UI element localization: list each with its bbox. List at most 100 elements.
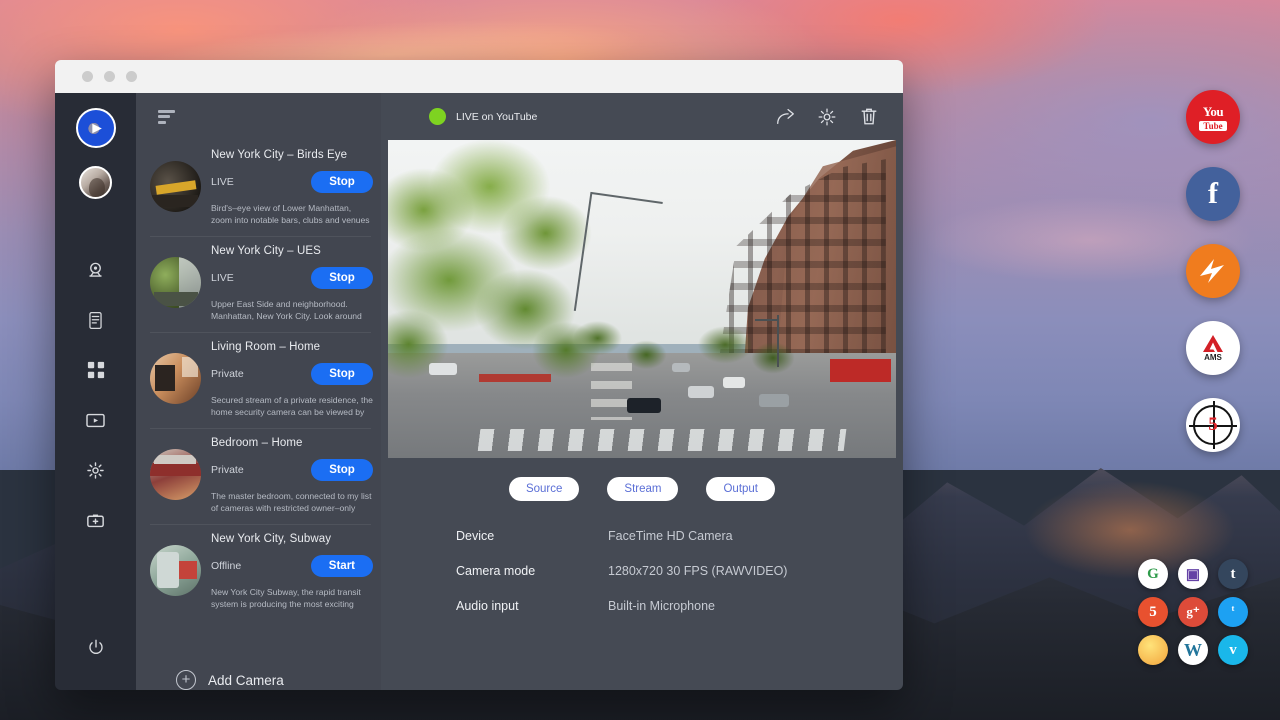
five-dock-icon[interactable]: 5 xyxy=(1138,597,1168,627)
camera-thumbnail xyxy=(150,545,201,596)
camera-action-button[interactable]: Stop xyxy=(311,459,373,481)
youtube-dock-icon[interactable]: You Tube xyxy=(1186,90,1240,144)
app-logo-icon[interactable] xyxy=(76,108,116,148)
camera-thumbnail xyxy=(150,161,201,212)
camera-status: Private xyxy=(211,464,244,476)
add-camera-label: Add Camera xyxy=(208,673,284,688)
settings-tabs: Source Stream Output xyxy=(381,458,903,501)
video-preview-container xyxy=(381,140,903,458)
sun-dock-icon[interactable] xyxy=(1138,635,1168,665)
trash-icon[interactable] xyxy=(853,101,885,133)
video-trees-mid xyxy=(561,305,683,388)
video-crosswalk xyxy=(478,429,846,451)
main-content: LIVE on YouTube xyxy=(381,93,903,690)
video-car xyxy=(672,363,690,372)
tab-stream[interactable]: Stream xyxy=(607,477,678,501)
camera-action-button[interactable]: Stop xyxy=(311,267,373,289)
twitter-dock-icon[interactable]: ᵗ xyxy=(1218,597,1248,627)
icon-sidebar xyxy=(55,93,136,690)
adobe-ams-dock-icon[interactable]: AMS xyxy=(1186,321,1240,375)
video-preview[interactable] xyxy=(388,140,896,458)
camera-action-button[interactable]: Stop xyxy=(311,171,373,193)
share-arrow-icon[interactable] xyxy=(769,101,801,133)
user-avatar[interactable] xyxy=(79,166,112,199)
wowza-dock-icon[interactable] xyxy=(1186,244,1240,298)
list-item[interactable]: Living Room – Home Private Stop Secured … xyxy=(136,332,381,428)
video-traffic-signal xyxy=(777,315,779,367)
gmail-dock-icon[interactable]: G xyxy=(1138,559,1168,589)
camera-info: Bedroom – Home Private Stop The master b… xyxy=(211,437,373,515)
tab-output[interactable]: Output xyxy=(706,477,775,501)
camera-info: New York City – Birds Eye LIVE Stop Bird… xyxy=(211,149,373,227)
camera-description: Secured stream of a private residence, t… xyxy=(211,394,373,419)
camera-description: The master bedroom, connected to my list… xyxy=(211,490,373,515)
youtube-line1: You xyxy=(1203,104,1223,120)
app-body: New York City – Birds Eye LIVE Stop Bird… xyxy=(55,93,903,690)
tumblr-dock-icon[interactable]: t xyxy=(1218,559,1248,589)
webcam-icon[interactable] xyxy=(73,245,119,295)
lightning-icon xyxy=(1196,256,1230,286)
main-toolbar: LIVE on YouTube xyxy=(381,93,903,140)
tab-source[interactable]: Source xyxy=(509,477,579,501)
detail-label: Audio input xyxy=(456,599,608,613)
adobe-a-icon xyxy=(1202,334,1224,353)
detail-label: Device xyxy=(456,529,608,543)
camera-thumbnail xyxy=(150,353,201,404)
camera-action-button[interactable]: Stop xyxy=(311,363,373,385)
camera-action-button[interactable]: Start xyxy=(311,555,373,577)
camera-status-row: Private Stop xyxy=(211,363,373,385)
sort-icon[interactable] xyxy=(158,110,175,124)
camera-title: Living Room – Home xyxy=(211,341,373,353)
camera-status-row: LIVE Stop xyxy=(211,171,373,193)
camera-description: Upper East Side and neighborhood. Manhat… xyxy=(211,298,373,323)
live-status-label: LIVE on YouTube xyxy=(456,111,537,123)
list-item[interactable]: New York City, Subway Offline Start New … xyxy=(136,524,381,620)
gear-icon[interactable] xyxy=(811,101,843,133)
detail-value: Built-in Microphone xyxy=(608,599,715,613)
list-item[interactable]: New York City – Birds Eye LIVE Stop Bird… xyxy=(136,140,381,236)
five-glyph: 5 xyxy=(1208,414,1218,436)
close-button[interactable] xyxy=(82,71,93,82)
twitch-dock-icon[interactable]: ▣ xyxy=(1178,559,1208,589)
youtube-line2: Tube xyxy=(1199,121,1226,131)
google-plus-dock-icon[interactable]: g⁺ xyxy=(1178,597,1208,627)
maximize-button[interactable] xyxy=(126,71,137,82)
desktop-dock-secondary: G ▣ t 5 g⁺ ᵗ W v xyxy=(1138,559,1250,665)
video-car xyxy=(627,398,661,413)
camera-status-row: Private Stop xyxy=(211,459,373,481)
grid-icon[interactable] xyxy=(73,345,119,395)
facebook-dock-icon[interactable]: f xyxy=(1186,167,1240,221)
vimeo-dock-icon[interactable]: v xyxy=(1218,635,1248,665)
tablet-device-icon[interactable] xyxy=(73,295,119,345)
detail-row: Audio input Built-in Microphone xyxy=(456,599,903,613)
ams-label: AMS xyxy=(1204,353,1222,362)
add-camera-button[interactable]: + Add Camera xyxy=(136,646,381,690)
power-icon[interactable] xyxy=(73,622,119,672)
gear-icon[interactable] xyxy=(73,445,119,495)
camera-status-row: LIVE Stop xyxy=(211,267,373,289)
window-titlebar xyxy=(55,60,903,93)
detail-label: Camera mode xyxy=(456,564,608,578)
list-item[interactable]: Bedroom – Home Private Stop The master b… xyxy=(136,428,381,524)
camera-info: Living Room – Home Private Stop Secured … xyxy=(211,341,373,419)
channel-five-dock-icon[interactable]: 5 xyxy=(1186,398,1240,452)
camera-title: Bedroom – Home xyxy=(211,437,373,449)
detail-row: Camera mode 1280x720 30 FPS (RAWVIDEO) xyxy=(456,564,903,578)
video-red-awning-left xyxy=(479,374,550,382)
camera-info: New York City – UES LIVE Stop Upper East… xyxy=(211,245,373,323)
camera-info: New York City, Subway Offline Start New … xyxy=(211,533,373,611)
add-box-icon[interactable] xyxy=(73,495,119,545)
video-car xyxy=(723,377,745,388)
video-player-icon[interactable] xyxy=(73,395,119,445)
camera-title: New York City – UES xyxy=(211,245,373,257)
camera-list: New York City – Birds Eye LIVE Stop Bird… xyxy=(136,140,381,646)
list-item[interactable]: New York City – UES LIVE Stop Upper East… xyxy=(136,236,381,332)
camera-thumbnail xyxy=(150,257,201,308)
wordpress-dock-icon[interactable]: W xyxy=(1178,635,1208,665)
minimize-button[interactable] xyxy=(104,71,115,82)
detail-row: Device FaceTime HD Camera xyxy=(456,529,903,543)
camera-title: New York City, Subway xyxy=(211,533,373,545)
video-car xyxy=(688,386,714,398)
camera-status: Private xyxy=(211,368,244,380)
video-car xyxy=(429,363,457,375)
